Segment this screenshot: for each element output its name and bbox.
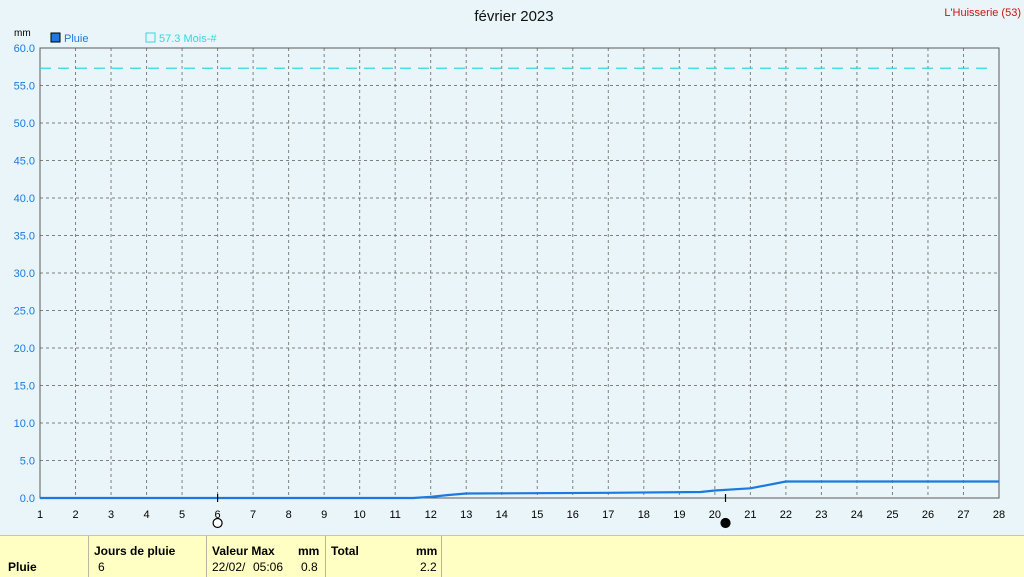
x-tick-label: 8 bbox=[286, 509, 292, 521]
total-unit: mm bbox=[416, 544, 438, 558]
plot-frame bbox=[39, 47, 1000, 499]
max-value: 0.8 bbox=[301, 560, 318, 574]
x-tick-label: 21 bbox=[744, 509, 756, 521]
x-tick-label: 17 bbox=[602, 509, 614, 521]
y-tick-label: 60.0 bbox=[14, 43, 35, 55]
y-tick-label: 45.0 bbox=[14, 156, 35, 168]
x-tick-label: 10 bbox=[354, 509, 366, 521]
full-moon-icon bbox=[212, 517, 223, 529]
row-label-pluie: Pluie bbox=[8, 560, 37, 574]
x-tick-label: 12 bbox=[425, 509, 437, 521]
x-tick-label: 19 bbox=[673, 509, 685, 521]
y-tick-label: 10.0 bbox=[14, 418, 35, 430]
max-value-unit: mm bbox=[298, 544, 320, 558]
legend-swatch-ref bbox=[145, 32, 156, 43]
rain-chart: février 2023 L'Huisserie (53) mm Pluie 5… bbox=[14, 7, 1021, 529]
summary-table: Jours de pluie Valeur Max mm Total mm Pl… bbox=[0, 535, 1024, 577]
y-unit-label: mm bbox=[14, 28, 31, 39]
y-tick-label: 40.0 bbox=[14, 193, 35, 205]
x-tick-label: 26 bbox=[922, 509, 934, 521]
x-tick-label: 22 bbox=[780, 509, 792, 521]
total-value: 2.2 bbox=[420, 560, 437, 574]
max-value-header: Valeur Max bbox=[212, 544, 275, 558]
x-tick-label: 9 bbox=[321, 509, 327, 521]
x-tick-label: 28 bbox=[993, 509, 1005, 521]
legend-label-ref: 57.3 Mois-# bbox=[159, 33, 217, 45]
x-tick-label: 18 bbox=[638, 509, 650, 521]
y-tick-label: 0.0 bbox=[20, 493, 35, 505]
y-tick-label: 15.0 bbox=[14, 381, 35, 393]
y-tick-label: 20.0 bbox=[14, 343, 35, 355]
x-tick-label: 13 bbox=[460, 509, 472, 521]
y-tick-label: 35.0 bbox=[14, 231, 35, 243]
series-line-pluie bbox=[40, 480, 999, 500]
x-tick-label: 20 bbox=[709, 509, 721, 521]
x-tick-label: 2 bbox=[72, 509, 78, 521]
total-header: Total bbox=[331, 544, 359, 558]
x-tick-label: 24 bbox=[851, 509, 863, 521]
max-time: 05:06 bbox=[253, 560, 284, 574]
x-tick-label: 23 bbox=[815, 509, 827, 521]
legend-swatch-pluie bbox=[50, 32, 61, 43]
x-tick-label: 14 bbox=[496, 509, 508, 521]
x-tick-label: 16 bbox=[567, 509, 579, 521]
chart-title: février 2023 bbox=[474, 8, 553, 25]
max-date: 22/02/ bbox=[212, 560, 246, 574]
rain-days-value: 6 bbox=[98, 560, 105, 574]
new-moon-icon bbox=[720, 517, 731, 529]
x-tick-label: 1 bbox=[37, 509, 43, 521]
series bbox=[40, 480, 999, 500]
y-tick-label: 30.0 bbox=[14, 268, 35, 280]
rain-days-header: Jours de pluie bbox=[94, 544, 176, 558]
x-tick-label: 3 bbox=[108, 509, 114, 521]
x-tick-label: 4 bbox=[143, 509, 149, 521]
y-tick-label: 50.0 bbox=[14, 118, 35, 130]
station-label: L'Huisserie (53) bbox=[944, 7, 1021, 19]
x-tick-label: 7 bbox=[250, 509, 256, 521]
legend-label-pluie: Pluie bbox=[64, 33, 88, 45]
y-tick-label: 5.0 bbox=[20, 456, 35, 468]
x-tick-label: 27 bbox=[957, 509, 969, 521]
legend: Pluie 57.3 Mois-# bbox=[50, 32, 217, 45]
x-tick-label: 5 bbox=[179, 509, 185, 521]
x-tick-label: 15 bbox=[531, 509, 543, 521]
axes: 1 2 3 4 5 6 7 8 9 10 11 12 13 14 15 16 17 18 19 20 21 22 23 24 2… bbox=[14, 43, 1006, 521]
x-tick-label: 11 bbox=[389, 509, 400, 521]
y-tick-label: 55.0 bbox=[14, 81, 35, 93]
grid bbox=[40, 48, 999, 498]
y-tick-label: 25.0 bbox=[14, 306, 35, 318]
x-tick-label: 25 bbox=[886, 509, 898, 521]
